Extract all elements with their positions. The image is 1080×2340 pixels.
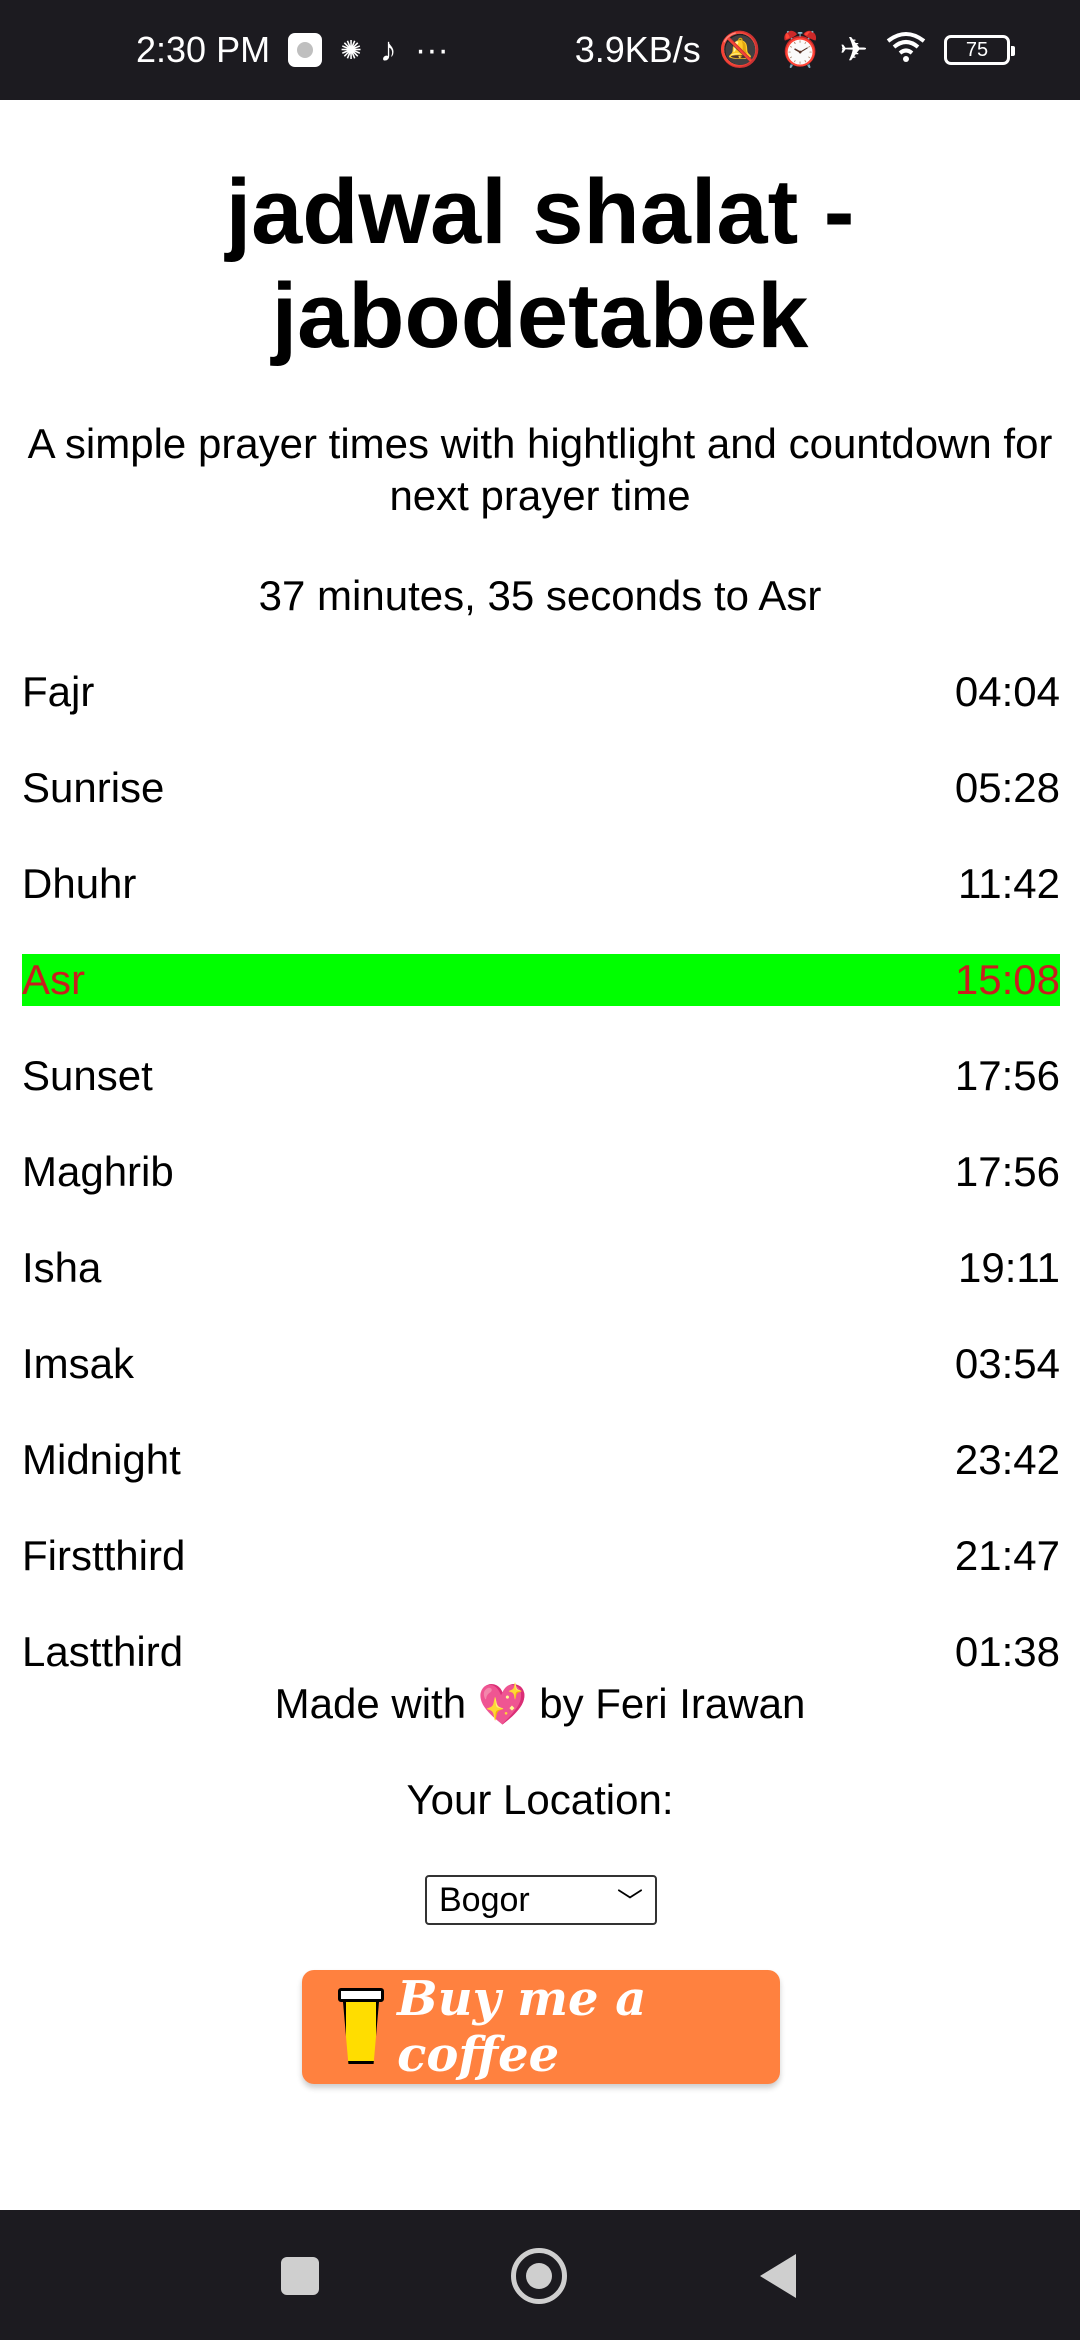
prayer-times-list: Fajr 04:04 Sunrise 05:28 Dhuhr 11:42 Asr… <box>22 666 1060 1722</box>
prayer-name: Isha <box>22 1244 102 1291</box>
prayer-time: 15:08 <box>954 956 1060 1003</box>
prayer-time: 23:42 <box>954 1436 1060 1483</box>
wifi-icon <box>886 31 926 69</box>
location-selected-value: Bogor <box>439 1880 530 1919</box>
credit-suffix: by Feri Irawan <box>539 1680 806 1727</box>
status-time: 2:30 PM <box>136 29 271 70</box>
location-label: Your Location: <box>406 1776 674 1823</box>
prayer-name: Sunset <box>22 1052 153 1099</box>
credit-text: Made with 💖 by Feri Irawan <box>0 1678 1080 1731</box>
prayer-row: Sunrise 05:28 <box>22 762 1060 814</box>
tiktok-icon: ♪ <box>379 31 397 69</box>
prayer-name: Fajr <box>22 668 95 715</box>
prayer-row-active: Asr 15:08 <box>22 954 1060 1006</box>
prayer-name: Dhuhr <box>22 860 137 907</box>
page-subtitle: A simple prayer times with hightlight an… <box>27 420 1053 519</box>
alarm-icon: ⏰ <box>779 31 822 69</box>
prayer-time: 01:38 <box>954 1628 1060 1675</box>
mute-icon: 🔕 <box>718 31 762 69</box>
prayer-time: 04:04 <box>954 668 1060 715</box>
prayer-row: Dhuhr 11:42 <box>22 858 1060 910</box>
prayer-name: Lastthird <box>22 1628 184 1675</box>
prayer-time: 03:54 <box>954 1340 1060 1387</box>
home-icon[interactable] <box>511 2248 567 2304</box>
prayer-time: 17:56 <box>954 1052 1060 1099</box>
prayer-row: Lastthird 01:38 <box>22 1626 1060 1678</box>
battery-icon: 75 <box>944 35 1015 65</box>
buy-me-a-coffee-button[interactable]: Buy me a coffee <box>302 1970 780 2084</box>
location-select[interactable]: Bogor ﹀ <box>425 1875 657 1925</box>
page-title: jadwal shalat - jabodetabek <box>225 161 855 367</box>
gallery-icon <box>288 33 323 67</box>
recents-icon[interactable] <box>281 2257 319 2295</box>
prayer-time: 05:28 <box>954 764 1060 811</box>
prayer-time: 17:56 <box>954 1148 1060 1195</box>
prayer-name: Maghrib <box>22 1148 174 1195</box>
prayer-time: 11:42 <box>958 860 1060 907</box>
bulb-icon: ✺ <box>340 35 362 65</box>
chevron-down-icon: ﹀ <box>616 1886 643 1917</box>
status-bar-right: 3.9KB/s 🔕 ⏰ ✈ 75 <box>574 0 1015 100</box>
more-icon: ··· <box>414 31 449 69</box>
prayer-name: Asr <box>22 956 85 1003</box>
coffee-cup-icon <box>338 1988 384 2066</box>
status-bar: 2:30 PM ✺ ♪ ··· 3.9KB/s 🔕 ⏰ ✈ 75 <box>0 0 1080 100</box>
prayer-row: Sunset 17:56 <box>22 1050 1060 1102</box>
prayer-name: Firstthird <box>22 1532 186 1579</box>
prayer-name: Imsak <box>22 1340 135 1387</box>
coffee-button-label: Buy me a coffee <box>397 1971 647 2083</box>
page-content: jadwal shalat - jabodetabek A simple pra… <box>0 100 1080 2210</box>
prayer-row: Maghrib 17:56 <box>22 1146 1060 1198</box>
prayer-row: Midnight 23:42 <box>22 1434 1060 1486</box>
back-icon[interactable] <box>760 2254 796 2298</box>
prayer-row: Fajr 04:04 <box>22 666 1060 718</box>
prayer-name: Sunrise <box>22 764 165 811</box>
prayer-row: Isha 19:11 <box>22 1242 1060 1294</box>
prayer-row: Imsak 03:54 <box>22 1338 1060 1390</box>
airplane-icon: ✈ <box>839 31 869 69</box>
credit-prefix: Made with <box>274 1680 467 1727</box>
navigation-bar <box>0 2210 1080 2340</box>
location-select-box[interactable]: Bogor ﹀ <box>425 1875 657 1925</box>
prayer-name: Midnight <box>22 1436 181 1483</box>
net-speed: 3.9KB/s <box>574 29 701 70</box>
heart-icon: 💖 <box>477 1683 528 1727</box>
prayer-time: 21:47 <box>954 1532 1060 1579</box>
prayer-row: Firstthird 21:47 <box>22 1530 1060 1582</box>
prayer-time: 19:11 <box>958 1244 1060 1291</box>
status-bar-left: 2:30 PM ✺ ♪ ··· <box>136 0 449 100</box>
countdown-text: 37 minutes, 35 seconds to Asr <box>258 572 822 619</box>
battery-level: 75 <box>965 38 989 61</box>
